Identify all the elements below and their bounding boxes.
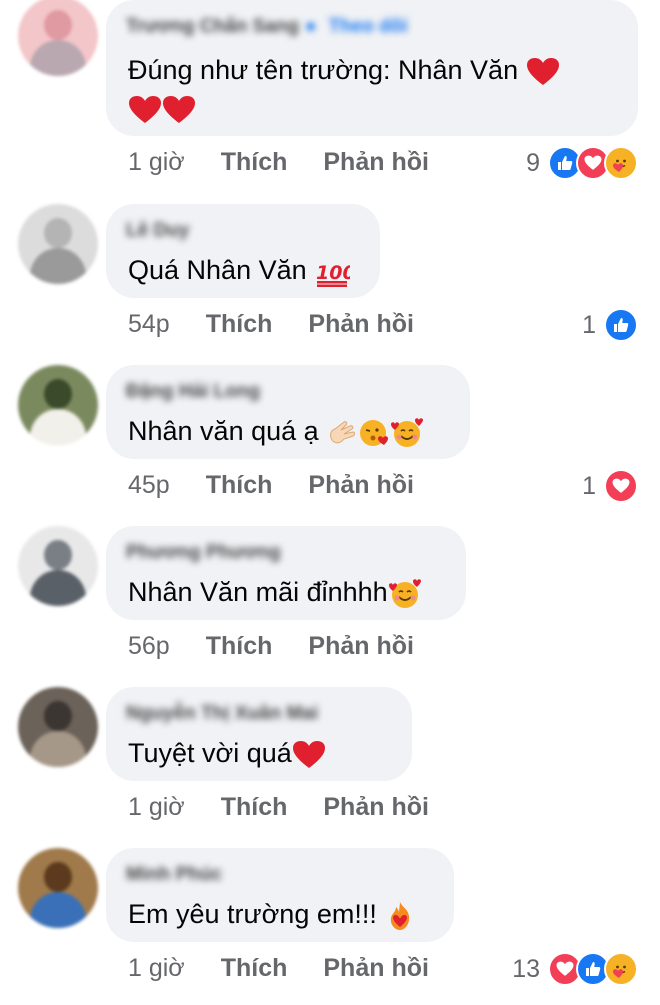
smiling-face-with-hearts-emoji-icon xyxy=(391,418,424,447)
comment-bubble: Phương Phương Nhân Văn mãi đỉnhhh xyxy=(106,526,466,620)
reply-button[interactable]: Phản hồi xyxy=(308,632,414,661)
like-button[interactable]: Thích xyxy=(221,148,288,177)
love-reaction-icon xyxy=(604,469,638,503)
comment-bubble: Lê Duy Quá Nhân Văn 100 xyxy=(106,204,380,298)
hundred-points-emoji-icon: 100 xyxy=(316,262,350,287)
comment-bubble: Minh Phúc Em yêu trường em!!! xyxy=(106,848,454,942)
comment-timestamp[interactable]: 1 giờ xyxy=(128,954,185,983)
comment-text-line2 xyxy=(128,88,196,128)
reaction-count: 1 xyxy=(582,471,596,500)
comment-actions: 45p Thích Phản hồi xyxy=(128,471,414,500)
comment-timestamp[interactable]: 45p xyxy=(128,471,170,500)
comment-author[interactable]: Trương Chấn Sang ● Theo dõi xyxy=(126,16,408,38)
comment-actions: 1 giờ Thích Phản hồi xyxy=(128,793,429,822)
comment-text: Em yêu trường em!!! xyxy=(128,894,416,934)
red-heart-emoji-icon xyxy=(526,57,559,85)
like-button[interactable]: Thích xyxy=(206,632,273,661)
comment-actions: 56p Thích Phản hồi xyxy=(128,632,414,661)
avatar[interactable] xyxy=(18,204,98,284)
avatar[interactable] xyxy=(18,0,98,76)
reply-button[interactable]: Phản hồi xyxy=(308,471,414,500)
comment-actions: 54p Thích Phản hồi xyxy=(128,310,414,339)
avatar[interactable] xyxy=(18,687,98,767)
reply-button[interactable]: Phản hồi xyxy=(308,310,414,339)
care-reaction-icon xyxy=(604,952,638,986)
like-reaction-icon xyxy=(604,308,638,342)
comment-timestamp[interactable]: 1 giờ xyxy=(128,148,185,177)
svg-text:100: 100 xyxy=(316,262,350,284)
smiling-face-with-hearts-emoji-icon xyxy=(388,579,421,608)
like-button[interactable]: Thích xyxy=(221,954,288,983)
red-heart-emoji-icon xyxy=(292,740,325,768)
comment-author[interactable]: Phương Phương xyxy=(126,542,281,564)
comment-author[interactable]: Nguyễn Thị Xuân Mai xyxy=(126,703,318,725)
follow-link[interactable]: Theo dõi xyxy=(328,16,407,37)
reply-button[interactable]: Phản hồi xyxy=(323,793,429,822)
like-button[interactable]: Thích xyxy=(221,793,288,822)
like-button[interactable]: Thích xyxy=(206,310,273,339)
comment-item: Minh Phúc Em yêu trường em!!! 1 giờ Thíc… xyxy=(0,844,660,1005)
comment-text: Quá Nhân Văn 100 xyxy=(128,250,350,290)
comment-item: Trương Chấn Sang ● Theo dõi Đúng như tên t… xyxy=(0,0,660,180)
comment-bubble: Nguyễn Thị Xuân Mai Tuyệt vời quá xyxy=(106,687,412,781)
comment-author[interactable]: Đặng Hải Long xyxy=(126,381,260,403)
avatar[interactable] xyxy=(18,848,98,928)
reaction-summary[interactable]: 1 xyxy=(582,308,638,342)
care-reaction-icon xyxy=(604,146,638,180)
comment-item: Nguyễn Thị Xuân Mai Tuyệt vời quá 1 giờ … xyxy=(0,683,660,844)
comment-text: Tuyệt vời quá xyxy=(128,733,326,773)
reaction-count: 9 xyxy=(526,148,540,177)
kissing-heart-emoji-icon xyxy=(360,419,389,446)
comment-author[interactable]: Minh Phúc xyxy=(126,864,222,886)
pinched-fingers-emoji-icon xyxy=(330,421,356,444)
avatar[interactable] xyxy=(18,526,98,606)
reply-button[interactable]: Phản hồi xyxy=(323,148,429,177)
comment-timestamp[interactable]: 1 giờ xyxy=(128,793,185,822)
comment-item: Phương Phương Nhân Văn mãi đỉnhhh 56p Th… xyxy=(0,522,660,683)
comment-actions: 1 giờ Thích Phản hồi xyxy=(128,148,429,177)
reaction-count: 1 xyxy=(582,310,596,339)
comment-item: Lê Duy Quá Nhân Văn 100 54p Thích Phản h… xyxy=(0,200,660,361)
like-button[interactable]: Thích xyxy=(206,471,273,500)
red-heart-emoji-icon xyxy=(129,95,161,123)
comment-timestamp[interactable]: 56p xyxy=(128,632,170,661)
reaction-count: 13 xyxy=(512,954,540,983)
comment-text: Nhân Văn mãi đỉnhhh xyxy=(128,572,422,612)
reply-button[interactable]: Phản hồi xyxy=(323,954,429,983)
comment-bubble: Đặng Hải Long Nhân văn quá ạ xyxy=(106,365,470,459)
comment-item: Đặng Hải Long Nhân văn quá ạ 45p Thích P… xyxy=(0,361,660,522)
comment-text: Nhân văn quá ạ xyxy=(128,411,424,451)
reaction-summary[interactable]: 1 xyxy=(582,469,638,503)
comment-text: Đúng như tên trường: Nhân Văn xyxy=(128,50,560,90)
heart-on-fire-emoji-icon xyxy=(391,901,410,930)
comment-timestamp[interactable]: 54p xyxy=(128,310,170,339)
comment-actions: 1 giờ Thích Phản hồi xyxy=(128,954,429,983)
red-heart-emoji-icon xyxy=(163,95,195,123)
comment-bubble: Trương Chấn Sang ● Theo dõi Đúng như tên t… xyxy=(106,0,638,136)
verified-badge-icon: ● xyxy=(304,16,317,37)
reaction-summary[interactable]: 13 xyxy=(512,952,638,986)
reaction-summary[interactable]: 9 xyxy=(526,146,638,180)
comment-author[interactable]: Lê Duy xyxy=(126,220,189,242)
avatar[interactable] xyxy=(18,365,98,445)
